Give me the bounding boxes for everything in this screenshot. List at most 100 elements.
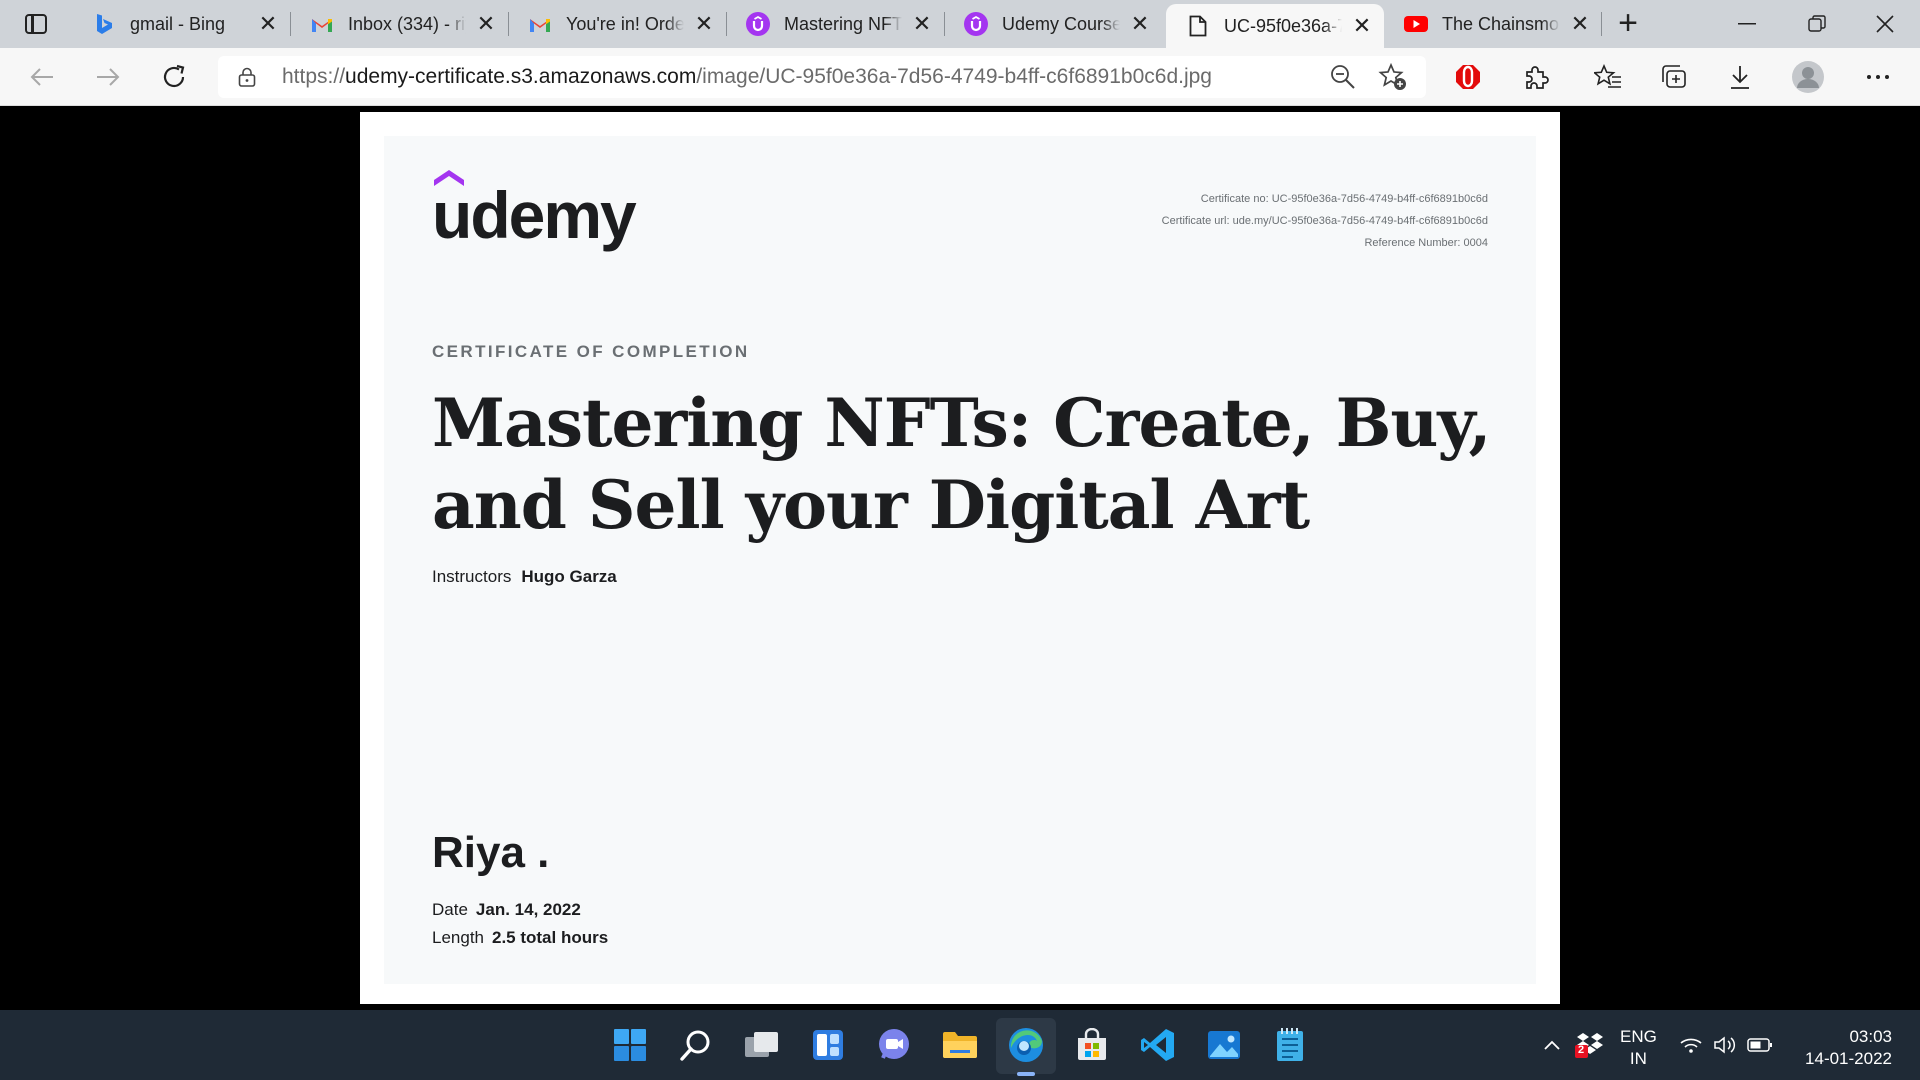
restore-button[interactable] bbox=[1784, 0, 1850, 48]
page-viewport: udemy Certificate no: UC-95f0e36a-7d56-4… bbox=[0, 107, 1920, 1010]
tab-gmail-order[interactable]: You're in! Order ✕ bbox=[508, 2, 726, 46]
battery-icon bbox=[1747, 1038, 1772, 1052]
region-code: IN bbox=[1629, 1049, 1647, 1068]
edge-browser-button[interactable] bbox=[1006, 1025, 1046, 1065]
dropbox-badge: 2 bbox=[1578, 1044, 1585, 1056]
gmail-icon bbox=[528, 12, 552, 36]
udemy-icon bbox=[964, 12, 988, 36]
course-title: Mastering NFTs: Create, Buy, and Sell yo… bbox=[432, 382, 1492, 546]
certificate-kicker: CERTIFICATE OF COMPLETION bbox=[432, 342, 750, 361]
tab-title: The Chainsmokers bbox=[1442, 13, 1560, 34]
search-button[interactable] bbox=[676, 1025, 716, 1065]
clock-time: 03:03 bbox=[1849, 1027, 1892, 1046]
minimize-icon bbox=[1738, 23, 1756, 25]
course-length: 2.5 total hours bbox=[492, 928, 609, 947]
quick-settings-button[interactable] bbox=[1676, 1025, 1776, 1065]
profile-button[interactable] bbox=[1788, 58, 1828, 96]
tab-title: UC-95f0e36a-7d56 bbox=[1224, 15, 1342, 36]
stop-sign-icon bbox=[1456, 65, 1480, 89]
restore-icon bbox=[1808, 15, 1826, 32]
bing-icon bbox=[92, 12, 116, 36]
lock-icon[interactable] bbox=[238, 67, 256, 87]
notepad-button[interactable] bbox=[1270, 1025, 1310, 1065]
settings-more-button[interactable] bbox=[1858, 58, 1898, 96]
back-button[interactable] bbox=[22, 58, 62, 96]
tab-strip: gmail - Bing ✕ Inbox (334) - riya ✕ You'… bbox=[0, 0, 1920, 48]
windows-start-icon bbox=[614, 1029, 646, 1061]
zoom-out-icon[interactable] bbox=[1328, 62, 1358, 92]
new-tab-button[interactable]: + bbox=[1612, 6, 1644, 40]
favorites-button[interactable] bbox=[1588, 58, 1628, 96]
chat-icon bbox=[879, 1029, 909, 1059]
tab-actions-button[interactable] bbox=[14, 8, 58, 40]
certificate-image: udemy Certificate no: UC-95f0e36a-7d56-4… bbox=[360, 112, 1560, 1004]
gmail-icon bbox=[310, 12, 334, 36]
add-favorite-icon[interactable] bbox=[1378, 62, 1408, 92]
url-path: /image/UC-95f0e36a-7d56-4749-b4ff-c6f689… bbox=[696, 65, 1212, 88]
clock-date: 14-01-2022 bbox=[1805, 1049, 1892, 1068]
widgets-button[interactable] bbox=[808, 1025, 848, 1065]
student-name: Riya . bbox=[432, 828, 550, 877]
url-text[interactable]: https://udemy-certificate.s3.amazonaws.c… bbox=[282, 65, 1212, 89]
refresh-button[interactable] bbox=[154, 58, 194, 96]
tab-udemy-course[interactable]: Udemy Course ✕ bbox=[944, 2, 1162, 46]
instructors-label: Instructors bbox=[432, 567, 512, 586]
photos-button[interactable] bbox=[1204, 1025, 1244, 1065]
downloads-button[interactable] bbox=[1720, 58, 1760, 96]
close-tab-icon[interactable]: ✕ bbox=[1350, 14, 1374, 38]
vscode-button[interactable] bbox=[1138, 1025, 1178, 1065]
close-tab-icon[interactable]: ✕ bbox=[256, 12, 280, 36]
close-tab-icon[interactable]: ✕ bbox=[474, 12, 498, 36]
chevron-up-icon bbox=[1544, 1040, 1560, 1050]
youtube-icon bbox=[1404, 12, 1428, 36]
tab-youtube[interactable]: The Chainsmokers ✕ bbox=[1384, 2, 1602, 46]
volume-icon bbox=[1714, 1036, 1736, 1054]
tab-title: Mastering NFTs bbox=[784, 13, 902, 34]
adblock-extension-button[interactable] bbox=[1448, 58, 1488, 96]
length-label: Length bbox=[432, 928, 484, 947]
date-label: Date bbox=[432, 900, 468, 919]
close-tab-icon[interactable]: ✕ bbox=[1128, 12, 1152, 36]
tab-bing[interactable]: gmail - Bing ✕ bbox=[72, 2, 290, 46]
teams-chat-button[interactable] bbox=[874, 1025, 914, 1065]
task-view-button[interactable] bbox=[742, 1025, 782, 1065]
tab-gmail-inbox[interactable]: Inbox (334) - riya ✕ bbox=[290, 2, 508, 46]
notepad-icon bbox=[1277, 1028, 1303, 1061]
photos-icon bbox=[1208, 1031, 1240, 1059]
certificate-card: udemy Certificate no: UC-95f0e36a-7d56-4… bbox=[384, 136, 1536, 984]
close-tab-icon[interactable]: ✕ bbox=[1568, 12, 1592, 36]
certificate-meta: Certificate no: UC-95f0e36a-7d56-4749-b4… bbox=[1162, 188, 1488, 254]
udemy-icon bbox=[746, 12, 770, 36]
course-title-line: Mastering NFTs: Create, Buy, bbox=[432, 384, 1491, 462]
length-row: Length 2.5 total hours bbox=[432, 928, 608, 948]
store-icon bbox=[1078, 1028, 1106, 1060]
url-host: udemy-certificate.s3.amazonaws.com bbox=[345, 65, 697, 88]
show-hidden-icons-button[interactable] bbox=[1534, 1025, 1570, 1065]
file-explorer-button[interactable] bbox=[940, 1025, 980, 1065]
close-window-button[interactable] bbox=[1852, 0, 1918, 48]
start-button[interactable] bbox=[610, 1025, 650, 1065]
instructors-row: Instructors Hugo Garza bbox=[432, 567, 617, 587]
minimize-button[interactable] bbox=[1714, 0, 1780, 48]
address-bar[interactable]: https://udemy-certificate.s3.amazonaws.c… bbox=[218, 56, 1426, 98]
collections-button[interactable] bbox=[1654, 58, 1694, 96]
folder-icon bbox=[943, 1032, 977, 1058]
certificate-url: Certificate url: ude.my/UC-95f0e36a-7d56… bbox=[1161, 215, 1488, 227]
dropbox-tray-button[interactable]: 2 bbox=[1570, 1025, 1610, 1065]
running-indicator bbox=[1017, 1072, 1035, 1076]
tab-certificate-image[interactable]: UC-95f0e36a-7d56 ✕ bbox=[1166, 4, 1384, 48]
input-language-indicator[interactable]: ENG IN bbox=[1620, 1026, 1657, 1070]
forward-button[interactable] bbox=[88, 58, 128, 96]
more-dots-icon bbox=[1867, 75, 1889, 79]
microsoft-store-button[interactable] bbox=[1072, 1025, 1112, 1065]
refresh-icon bbox=[163, 64, 185, 88]
close-tab-icon[interactable]: ✕ bbox=[910, 12, 934, 36]
system-clock[interactable]: 03:03 14-01-2022 bbox=[1800, 1026, 1892, 1070]
tab-mastering-nfts[interactable]: Mastering NFTs ✕ bbox=[726, 2, 944, 46]
certificate-number: Certificate no: UC-95f0e36a-7d56-4749-b4… bbox=[1200, 193, 1488, 205]
widgets-icon bbox=[813, 1030, 843, 1060]
url-scheme: https:// bbox=[282, 65, 346, 88]
extensions-button[interactable] bbox=[1516, 58, 1556, 96]
tab-title: Udemy Course bbox=[1002, 13, 1120, 34]
close-tab-icon[interactable]: ✕ bbox=[692, 12, 716, 36]
